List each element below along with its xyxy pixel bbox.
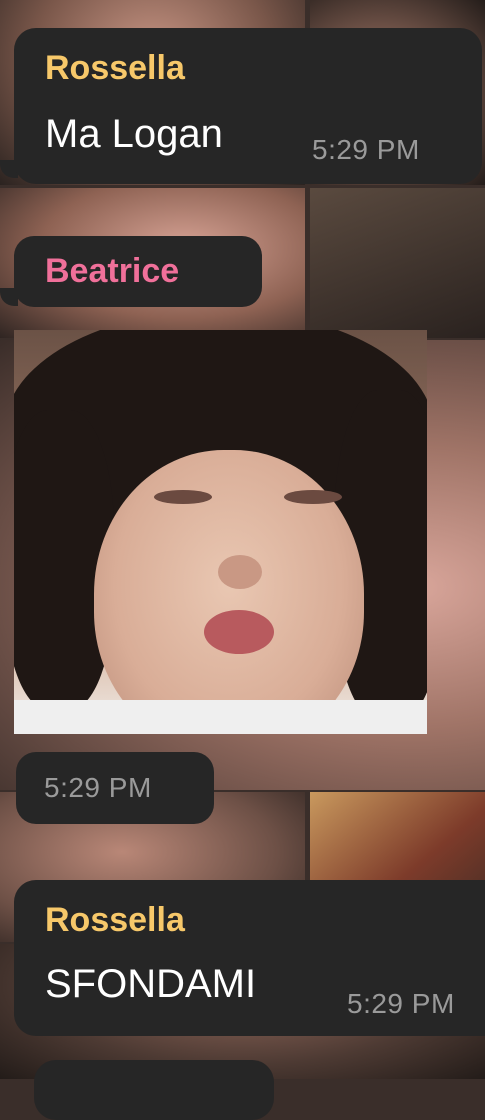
message-text: Ma Logan	[45, 112, 223, 156]
message-time: 5:29 PM	[347, 988, 455, 1019]
message-bubble[interactable]: Rossella SFONDAMI 5:29 PM	[14, 880, 485, 1036]
message-bubble[interactable]: Rossella Ma Logan 5:29 PM	[14, 28, 482, 184]
photo-attachment[interactable]	[14, 330, 427, 734]
message-text: SFONDAMI	[45, 962, 257, 1006]
sender-name[interactable]: Beatrice	[45, 251, 179, 291]
message-bubble-partial[interactable]	[34, 1060, 274, 1120]
sender-name[interactable]: Rossella	[45, 48, 185, 88]
message-time: 5:29 PM	[312, 134, 420, 165]
message-time: 5:29 PM	[44, 772, 152, 803]
photo-timestamp-pill: 5:29 PM	[16, 752, 214, 824]
sender-name[interactable]: Rossella	[45, 900, 185, 940]
message-sender-header[interactable]: Beatrice	[14, 236, 262, 307]
